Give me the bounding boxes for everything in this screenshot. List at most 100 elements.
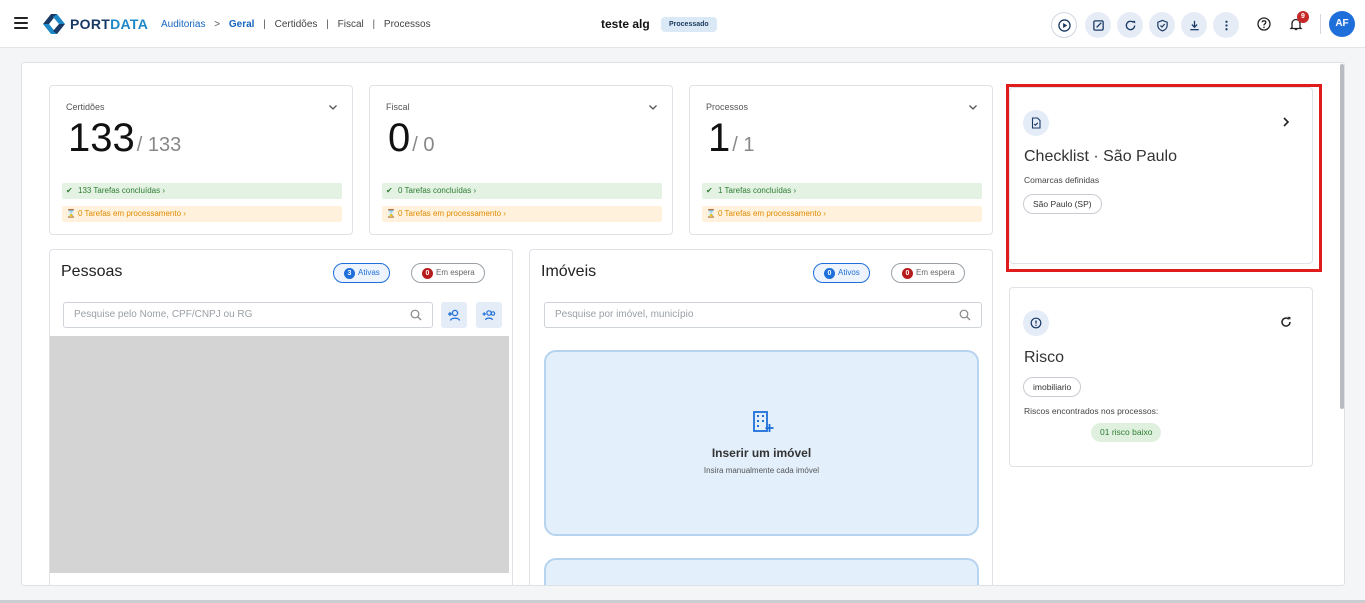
insert-property-button[interactable]: Inserir um imóvel Insira manualmente cad… — [544, 350, 979, 536]
tasks-done-link[interactable]: ✔ 0 Tarefas concluídas › — [382, 183, 662, 199]
stat-card-processos: Processos 1/ 1 ✔ 1 Tarefas concluídas › ⌛… — [689, 85, 993, 235]
tasks-processing-text: 0 Tarefas em processamento — [78, 209, 182, 218]
building-add-icon — [753, 411, 774, 432]
shield-icon — [1156, 19, 1168, 32]
brand-name: PORTDATA — [70, 16, 149, 32]
edit-icon — [1092, 19, 1104, 31]
stat-total: / 0 — [412, 134, 435, 156]
tasks-done-link[interactable]: ✔ 1 Tarefas concluídas › — [702, 183, 982, 199]
secondary-insert-box[interactable] — [544, 558, 979, 585]
filter-label: Ativos — [838, 268, 860, 277]
add-person-icon — [448, 309, 461, 321]
add-group-button[interactable] — [476, 302, 502, 328]
hourglass-icon: ⌛ — [66, 209, 76, 218]
active-count: 0 — [824, 268, 835, 279]
search-icon — [410, 309, 422, 321]
stat-count: 133 — [68, 116, 135, 160]
play-icon — [1057, 18, 1071, 32]
waiting-count: 0 — [422, 268, 433, 279]
risco-card: Risco imobiliario Riscos encontrados nos… — [1009, 287, 1313, 467]
tasks-processing-link[interactable]: ⌛ 0 Tarefas em processamento › — [62, 206, 342, 222]
check-icon: ✔ — [386, 186, 393, 195]
breadcrumb: Auditorias > Geral | Certidões | Fiscal … — [161, 19, 437, 30]
search-placeholder: Pesquise pelo Nome, CPF/CNPJ ou RG — [74, 309, 253, 320]
imoveis-card: Imóveis 0 Ativos 0 Em espera Pesquise por … — [529, 249, 993, 585]
stat-value: 1/ 1 — [708, 116, 755, 161]
more-options-button[interactable] — [1213, 12, 1239, 38]
filter-ativos[interactable]: 0 Ativos — [813, 263, 870, 283]
refresh-button[interactable] — [1117, 12, 1143, 38]
stat-card-certidoes: Certidões 133/ 133 ✔ 133 Tarefas concluíd… — [49, 85, 353, 235]
filter-em-espera[interactable]: 0 Em espera — [411, 263, 485, 283]
stat-total: / 133 — [136, 134, 182, 156]
risco-title: Risco — [1024, 349, 1065, 366]
waiting-count: 0 — [902, 268, 913, 279]
imoveis-search-input[interactable]: Pesquise por imóvel, município — [544, 302, 982, 328]
hourglass-icon: ⌛ — [706, 209, 716, 218]
status-badge: Processado — [661, 17, 717, 32]
insert-property-title: Inserir um imóvel — [711, 446, 812, 460]
tasks-done-text: 0 Tarefas concluídas — [398, 186, 472, 195]
chevron-down-icon[interactable] — [968, 102, 978, 112]
breadcrumb-processos[interactable]: Processos — [384, 19, 431, 30]
stat-value: 133/ 133 — [68, 116, 181, 161]
stat-label: Certidões — [66, 102, 105, 112]
stat-count: 0 — [388, 116, 411, 160]
help-button[interactable] — [1255, 15, 1273, 33]
highlight-box — [1006, 84, 1322, 272]
search-icon — [959, 309, 971, 321]
tasks-done-link[interactable]: ✔ 133 Tarefas concluídas › — [62, 183, 342, 199]
pessoas-title: Pessoas — [61, 263, 123, 280]
stat-count: 1 — [708, 116, 731, 160]
menu-icon[interactable] — [14, 17, 28, 29]
tasks-processing-link[interactable]: ⌛ 0 Tarefas em processamento › — [382, 206, 662, 222]
stat-label: Fiscal — [386, 102, 410, 112]
pessoas-card: Pessoas 3 Ativas 0 Em espera Pesquise pelo… — [49, 249, 513, 585]
risk-result-badge: 01 risco baixo — [1091, 423, 1162, 442]
notification-count-badge: 9 — [1297, 11, 1309, 23]
breadcrumb-separator: | — [372, 19, 376, 30]
risco-subtitle: Riscos encontrados nos processos: — [1024, 406, 1159, 416]
risk-category-chip: imobiliario — [1023, 377, 1082, 397]
refresh-icon[interactable] — [1280, 316, 1292, 328]
avatar[interactable]: AF — [1329, 11, 1355, 37]
download-button[interactable] — [1181, 12, 1207, 38]
hourglass-icon: ⌛ — [386, 209, 396, 218]
check-icon: ✔ — [66, 186, 73, 195]
filter-ativas[interactable]: 3 Ativas — [333, 263, 390, 283]
tasks-done-text: 1 Tarefas concluídas — [718, 186, 792, 195]
filter-label: Em espera — [436, 268, 475, 277]
filter-label: Em espera — [916, 268, 955, 277]
breadcrumb-geral[interactable]: Geral — [229, 19, 255, 30]
toolbar-divider — [1320, 14, 1321, 34]
more-vertical-icon — [1224, 20, 1228, 30]
document-title: teste alg — [601, 17, 650, 31]
tasks-processing-text: 0 Tarefas em processamento — [718, 209, 822, 218]
play-button[interactable] — [1051, 12, 1077, 38]
download-icon — [1189, 20, 1199, 30]
top-bar: PORTDATA Auditorias > Geral | Certidões … — [0, 0, 1365, 48]
breadcrumb-separator: | — [263, 19, 266, 30]
insert-property-subtitle: Insira manualmente cada imóvel — [703, 466, 820, 475]
breadcrumb-auditorias[interactable]: Auditorias — [161, 19, 205, 30]
refresh-icon — [1125, 20, 1135, 30]
stat-value: 0/ 0 — [388, 116, 435, 161]
breadcrumb-arrow: > — [214, 19, 221, 30]
breadcrumb-certidoes[interactable]: Certidões — [275, 19, 318, 30]
imoveis-title: Imóveis — [541, 263, 597, 280]
edit-button[interactable] — [1085, 12, 1111, 38]
filter-em-espera[interactable]: 0 Em espera — [891, 263, 965, 283]
active-count: 3 — [344, 268, 355, 279]
help-icon — [1257, 17, 1271, 31]
scrollbar-thumb[interactable] — [1340, 64, 1344, 409]
shield-button[interactable] — [1149, 12, 1175, 38]
tasks-processing-text: 0 Tarefas em processamento — [398, 209, 502, 218]
chevron-down-icon[interactable] — [328, 102, 338, 112]
stat-label: Processos — [706, 102, 749, 112]
pessoas-search-input[interactable]: Pesquise pelo Nome, CPF/CNPJ ou RG — [63, 302, 433, 328]
breadcrumb-fiscal[interactable]: Fiscal — [338, 19, 364, 30]
alert-circle-icon — [1023, 310, 1049, 336]
tasks-processing-link[interactable]: ⌛ 0 Tarefas em processamento › — [702, 206, 982, 222]
chevron-down-icon[interactable] — [648, 102, 658, 112]
add-person-button[interactable] — [441, 302, 467, 328]
